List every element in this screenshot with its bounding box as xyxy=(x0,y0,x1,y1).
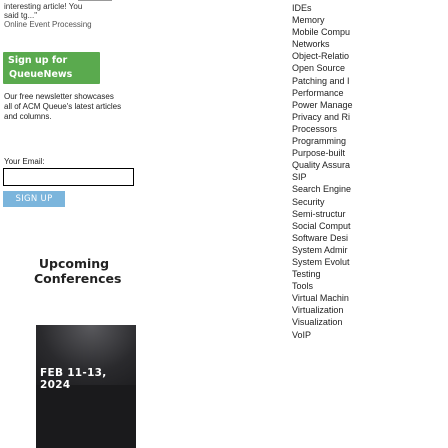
topic-link[interactable]: SIP xyxy=(292,171,353,183)
topic-link[interactable]: Testing xyxy=(292,268,353,280)
divider xyxy=(78,0,112,1)
left-column: interesting article! You said tg..." Onl… xyxy=(0,0,140,448)
topic-link[interactable]: Virtual Machin xyxy=(292,292,353,304)
topic-link[interactable]: Visualization xyxy=(292,316,353,328)
topic-link[interactable]: Patching and I xyxy=(292,75,353,87)
conference-event-image[interactable]: FEB 11-13, 2024 xyxy=(36,325,136,448)
upcoming-conferences-line-2: Conferences xyxy=(34,271,122,286)
event-date: FEB 11-13, 2024 xyxy=(40,367,107,391)
newsletter-description: Our free newsletter showcases all of ACM… xyxy=(4,92,122,121)
topic-link[interactable]: VoIP xyxy=(292,329,353,341)
upcoming-conferences-line-1: Upcoming xyxy=(38,256,110,271)
topic-link[interactable]: Mobile Compu xyxy=(292,26,353,38)
testimonial-line-2: said tg..." xyxy=(4,11,38,20)
upcoming-conferences-heading: Upcoming Conferences xyxy=(34,256,122,286)
topic-link[interactable]: System Evolut xyxy=(292,256,353,268)
topic-link[interactable]: Software Desi xyxy=(292,232,353,244)
topic-link[interactable]: Memory xyxy=(292,14,353,26)
topic-link[interactable]: Object-Relatio xyxy=(292,50,353,62)
topic-link[interactable]: Social Comput xyxy=(292,220,353,232)
sign-up-button[interactable]: SIGN UP xyxy=(3,191,65,207)
topic-link[interactable]: Networks xyxy=(292,38,353,50)
topic-link[interactable]: Virtualization xyxy=(292,304,353,316)
topic-link[interactable]: Semi-structur xyxy=(292,208,353,220)
topic-link[interactable]: IDEs xyxy=(292,2,353,14)
newsletter-banner[interactable]: Sign up for QueueNews xyxy=(3,52,100,84)
topic-link[interactable]: Open Source xyxy=(292,62,353,74)
topic-link[interactable]: Privacy and Ri xyxy=(292,111,353,123)
topic-link[interactable]: Tools xyxy=(292,280,353,292)
topic-link[interactable]: System Admir xyxy=(292,244,353,256)
topic-list: IDEs Memory Mobile Compu Networks Object… xyxy=(292,2,353,341)
topic-link[interactable]: Processors xyxy=(292,123,353,135)
topics-column: IDEs Memory Mobile Compu Networks Object… xyxy=(286,0,448,448)
email-field[interactable] xyxy=(3,168,134,186)
topic-link[interactable]: Purpose-built xyxy=(292,147,353,159)
testimonial-line-1: interesting article! You xyxy=(4,2,83,11)
newsletter-banner-line-1: Sign up for xyxy=(8,55,68,66)
email-label: Your Email: xyxy=(4,157,45,166)
newsletter-banner-line-2: QueueNews xyxy=(9,69,73,80)
testimonial-byline[interactable]: Online Event Processing xyxy=(4,20,144,29)
topic-link[interactable]: Performance xyxy=(292,87,353,99)
topic-link[interactable]: Quality Assura xyxy=(292,159,353,171)
testimonial: interesting article! You said tg..." Onl… xyxy=(4,0,144,29)
topic-link[interactable]: Programming xyxy=(292,135,353,147)
topic-link[interactable]: Search Engine xyxy=(292,183,353,195)
topic-link[interactable]: Power Manage xyxy=(292,99,353,111)
topic-link[interactable]: Security xyxy=(292,196,353,208)
